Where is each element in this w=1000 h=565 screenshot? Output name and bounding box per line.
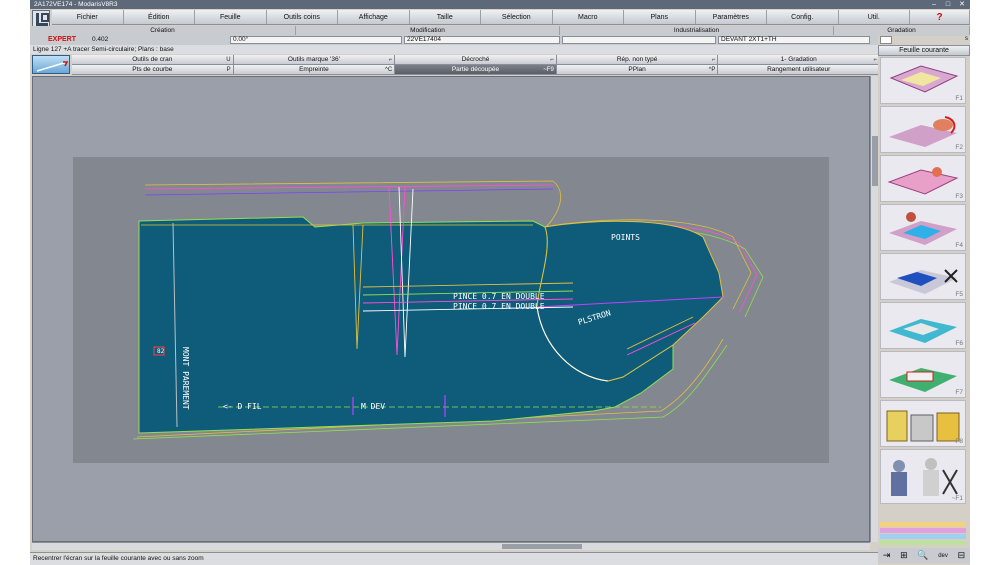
minimize-icon[interactable]: – (928, 0, 940, 9)
thumb-f4[interactable]: F4 (880, 204, 966, 251)
menu-affichage[interactable]: Affichage (338, 10, 410, 24)
tool-outils-cran[interactable]: Outils de cran U (72, 55, 234, 65)
angle-field[interactable]: 0.00° (230, 36, 402, 44)
current-tool-icon[interactable] (32, 55, 70, 74)
thumb-f5[interactable]: F5 (880, 253, 966, 300)
menu-taille[interactable]: Taille (410, 10, 481, 24)
tool-partie-decoupee[interactable]: Partie découpée ~F9 (395, 65, 557, 75)
horizontal-scroll-thumb[interactable] (502, 544, 582, 549)
function-thumbnails: F1 F2 F3 F4 F5 F6 F7 F8 ~F1 (878, 57, 970, 522)
thumb-f2[interactable]: F2 (880, 106, 966, 153)
app-window: 2A172VE174 - ModarisV8R3 – □ ✕ Fichier É… (30, 0, 970, 565)
pattern-drawing[interactable]: <- D FIL M DEV PINCE 0.7 EN DOUBLE PINCE… (33, 77, 869, 541)
label-mdev: M DEV (361, 402, 385, 411)
tool-pplan[interactable]: PPlan ^P (556, 65, 719, 75)
info-row: EXPERT 0.402 0.00° 22VE17404 DEVANT 2XT1… (30, 35, 970, 45)
value-field: 0.402 (92, 36, 109, 43)
layout-icon[interactable]: ⊟ (958, 550, 966, 561)
tool-decroche[interactable]: Décroché ⌐ (395, 55, 557, 65)
menu-config[interactable]: Config. (767, 10, 839, 24)
section-modification[interactable]: Modification (296, 26, 560, 35)
horizontal-scrollbar[interactable] (32, 542, 870, 550)
zoom-icon[interactable]: 🔍 (917, 550, 928, 561)
help-icon[interactable]: ? (910, 10, 970, 24)
menu-feuille[interactable]: Feuille (195, 10, 267, 24)
tool-gradation[interactable]: 1- Gradation ⌐ (718, 55, 880, 65)
grid-icon[interactable]: ⊞ (900, 550, 908, 561)
sheet-panel: s Feuille courante F1 F2 F3 F4 F5 F6 F7 … (878, 36, 970, 565)
tool-grid: Outils de cran U Outils marque '36' ⌐ Décr… (72, 55, 880, 75)
drawing-canvas[interactable]: <- D FIL M DEV PINCE 0.7 EN DOUBLE PINCE… (32, 76, 870, 542)
label-pince: PINCE 0.7 EN DOUBLE (453, 292, 545, 301)
section-industrialisation[interactable]: Industrialisation (560, 26, 834, 35)
tool-rep-non-type[interactable]: Rép. non typé ⌐ (556, 55, 719, 65)
fit-icon[interactable]: ⇥ (883, 550, 891, 561)
menu-plans[interactable]: Plans (624, 10, 696, 24)
status-bar: Recentrer l'écran sur la feuille courant… (30, 552, 878, 565)
thumb-f6[interactable]: F6 (880, 302, 966, 349)
maximize-icon[interactable]: □ (942, 0, 954, 9)
thumb-f7[interactable]: F7 (880, 351, 966, 398)
panel-scale-toggle[interactable]: s (965, 36, 968, 42)
thumb-f1[interactable]: F1 (880, 57, 966, 104)
tool-empreinte[interactable]: Empreinte ^C (233, 65, 396, 75)
panel-tool-icon[interactable] (880, 36, 892, 44)
industrialisation-field[interactable] (562, 36, 716, 44)
menu-bar: Fichier Édition Feuille Outils coins Aff… (52, 10, 970, 25)
model-field[interactable]: 22VE17404 (404, 36, 560, 44)
menu-selection[interactable]: Sélection (481, 10, 553, 24)
menu-fichier[interactable]: Fichier (52, 10, 124, 24)
section-header-row: Création Modification Industrialisation … (30, 26, 970, 35)
tool-pts-courbe[interactable]: Pts de courbe P (72, 65, 234, 75)
label-points: POINTS (611, 233, 640, 242)
label-mont-parement: MONT PAREMENT (181, 347, 190, 410)
section-creation[interactable]: Création (30, 26, 296, 35)
vertical-scrollbar[interactable] (870, 76, 878, 542)
section-gradation[interactable]: Gradation (834, 26, 970, 35)
menu-macro[interactable]: Macro (553, 10, 624, 24)
tool-rangement[interactable]: Rangement utilisateur (718, 65, 880, 75)
dev-icon[interactable]: dev (938, 553, 948, 559)
menu-parametres[interactable]: Paramètres (696, 10, 767, 24)
panel-title: Feuille courante (878, 45, 970, 56)
piece-field[interactable]: DEVANT 2XT1+TH (718, 36, 870, 44)
panel-bottom-toolbar: ⇥ ⊞ 🔍 dev ⊟ (878, 548, 970, 563)
label-ref: 82 (157, 348, 165, 355)
title-bar: 2A172VE174 - ModarisV8R3 – □ ✕ (30, 0, 970, 9)
line-info: Ligne 127 +A tracer Semi-circulaire; Pla… (30, 45, 878, 54)
label-dfil: <- D FIL (223, 402, 262, 411)
thumb-f1-alt[interactable]: ~F1 (880, 449, 966, 504)
menu-util[interactable]: Util. (839, 10, 910, 24)
close-icon[interactable]: ✕ (956, 0, 968, 9)
tool-outils-marque[interactable]: Outils marque '36' ⌐ (233, 55, 396, 65)
menu-edition[interactable]: Édition (124, 10, 195, 24)
thumb-f3[interactable]: F3 (880, 155, 966, 202)
thumb-f8[interactable]: F8 (880, 400, 966, 447)
window-title: 2A172VE174 - ModarisV8R3 (34, 1, 118, 8)
mode-indicator: EXPERT (48, 36, 77, 43)
label-pince-2: PINCE 0.7 EN DOUBLE (453, 302, 545, 311)
menu-outils-coins[interactable]: Outils coins (267, 10, 338, 24)
size-legend (880, 522, 966, 546)
